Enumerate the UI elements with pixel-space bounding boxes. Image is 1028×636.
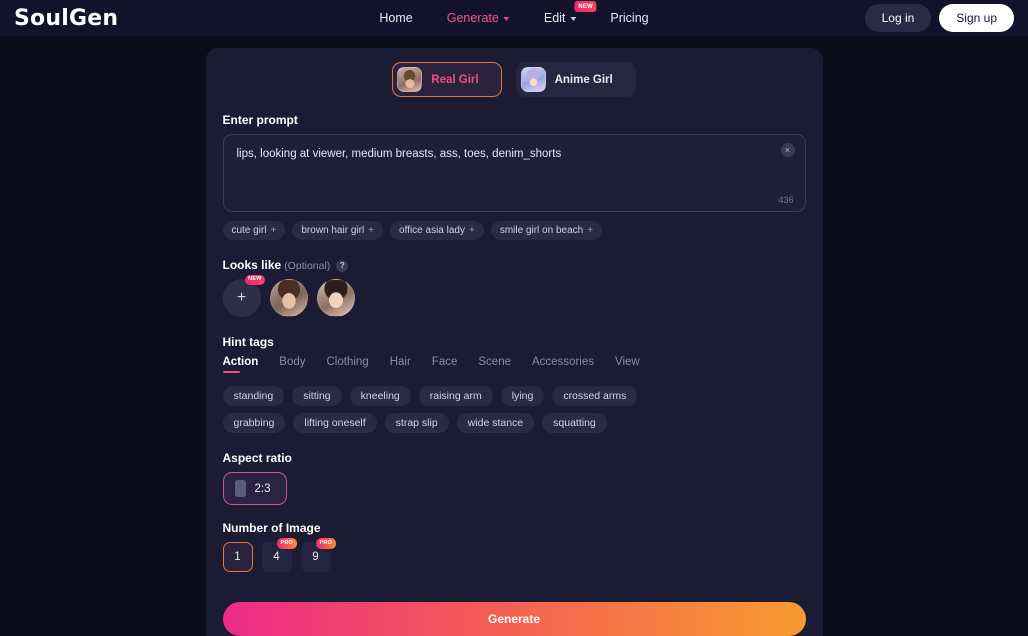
chevron-down-icon bbox=[503, 17, 510, 21]
nav-item-pricing-label: Pricing bbox=[610, 11, 649, 25]
generate-button[interactable]: Generate bbox=[222, 602, 806, 636]
hint-tags-heading: Hint tags bbox=[222, 335, 274, 349]
suggestion-chip[interactable]: smile girl on beach + bbox=[490, 221, 603, 240]
tab-view[interactable]: View bbox=[615, 356, 640, 373]
aspect-ratio-list: 2:3 bbox=[222, 472, 806, 505]
anime-girl-thumbnail-icon bbox=[520, 67, 546, 92]
hint-tag[interactable]: sitting bbox=[292, 386, 342, 406]
suggestion-chip-list: cute girl + brown hair girl + office asi… bbox=[222, 221, 806, 240]
plus-icon: + bbox=[587, 225, 594, 236]
tab-hair[interactable]: Hair bbox=[390, 356, 411, 373]
add-face-button[interactable]: + NEW bbox=[222, 275, 265, 317]
pro-badge: PRO bbox=[276, 538, 297, 549]
face-option-2[interactable] bbox=[316, 279, 355, 317]
hint-tag[interactable]: standing bbox=[222, 386, 285, 406]
signup-button[interactable]: Sign up bbox=[939, 4, 1014, 32]
suggestion-chip-label: cute girl bbox=[231, 225, 267, 236]
number-option-4[interactable]: 4 PRO bbox=[261, 538, 297, 572]
hint-tag[interactable]: squatting bbox=[542, 413, 607, 433]
tab-anime-girl[interactable]: Anime Girl bbox=[515, 62, 636, 97]
hint-tag[interactable]: lifting oneself bbox=[293, 413, 377, 433]
number-option-label: 1 bbox=[234, 551, 241, 563]
tab-scene[interactable]: Scene bbox=[478, 356, 511, 373]
hint-tag[interactable]: crossed arms bbox=[552, 386, 638, 406]
number-option-9[interactable]: 9 PRO bbox=[300, 538, 336, 572]
looks-like-heading: Looks like (Optional)? bbox=[223, 258, 806, 272]
hint-tag[interactable]: lying bbox=[500, 386, 545, 406]
help-icon[interactable]: ? bbox=[336, 259, 349, 272]
tab-accessories[interactable]: Accessories bbox=[532, 356, 594, 373]
nav-item-edit-label: Edit bbox=[543, 11, 566, 25]
hint-tags-tablist: Action Body Clothing Hair Face Scene Acc… bbox=[222, 356, 806, 373]
aspect-ratio-heading: Aspect ratio bbox=[222, 451, 292, 465]
hint-tag[interactable]: raising arm bbox=[418, 386, 493, 406]
looks-like-optional: (Optional) bbox=[284, 260, 331, 272]
hint-tag[interactable]: grabbing bbox=[222, 413, 286, 433]
plus-icon: + bbox=[468, 225, 475, 236]
number-option-1[interactable]: 1 bbox=[222, 542, 253, 572]
nav-actions: Log in Sign up bbox=[864, 4, 1014, 32]
new-badge: NEW bbox=[574, 1, 597, 12]
tab-anime-girl-label: Anime Girl bbox=[554, 73, 613, 86]
number-of-image-heading: Number of Image bbox=[222, 521, 321, 535]
new-badge: NEW bbox=[245, 275, 265, 285]
looks-like-list: + NEW bbox=[222, 275, 806, 317]
suggestion-chip[interactable]: office asia lady + bbox=[390, 221, 484, 240]
aspect-ratio-label: 2:3 bbox=[254, 482, 271, 495]
suggestion-chip[interactable]: cute girl + bbox=[222, 221, 286, 240]
plus-icon: + bbox=[270, 225, 277, 236]
tab-real-girl-label: Real Girl bbox=[431, 73, 479, 86]
nav-item-home-label: Home bbox=[379, 11, 413, 25]
model-type-tabs: Real Girl Anime Girl bbox=[223, 62, 806, 97]
number-of-image-list: 1 4 PRO 9 PRO bbox=[222, 538, 806, 572]
tab-real-girl[interactable]: Real Girl bbox=[392, 62, 502, 97]
brand-logo[interactable]: SoulGen bbox=[14, 6, 118, 31]
prompt-value: lips, looking at viewer, medium breasts,… bbox=[236, 148, 562, 160]
number-option-label: 4 bbox=[273, 551, 280, 563]
tab-body[interactable]: Body bbox=[279, 356, 305, 373]
top-navbar: SoulGen Home Generate Edit NEW Pricing L… bbox=[0, 0, 1028, 36]
login-button[interactable]: Log in bbox=[864, 4, 932, 32]
aspect-ratio-option-2-3[interactable]: 2:3 bbox=[222, 472, 287, 505]
suggestion-chip[interactable]: brown hair girl + bbox=[292, 221, 384, 240]
generator-panel: Real Girl Anime Girl Enter prompt lips, … bbox=[205, 48, 823, 636]
tab-action[interactable]: Action bbox=[222, 356, 258, 373]
number-option-label: 9 bbox=[312, 551, 319, 563]
tab-clothing[interactable]: Clothing bbox=[327, 356, 369, 373]
prompt-heading: Enter prompt bbox=[222, 113, 298, 127]
suggestion-chip-label: office asia lady bbox=[399, 225, 465, 236]
chevron-down-icon bbox=[570, 17, 577, 21]
prompt-char-count: 436 bbox=[778, 195, 794, 205]
hint-tag[interactable]: strap slip bbox=[384, 413, 449, 433]
nav-item-generate-label: Generate bbox=[446, 11, 499, 25]
plus-icon: + bbox=[368, 225, 375, 236]
looks-like-label: Looks like bbox=[222, 258, 282, 272]
nav-item-pricing[interactable]: Pricing bbox=[610, 11, 648, 25]
real-girl-thumbnail-icon bbox=[397, 67, 423, 92]
nav-item-home[interactable]: Home bbox=[379, 11, 412, 25]
hint-tag[interactable]: wide stance bbox=[456, 413, 535, 433]
prompt-input[interactable]: lips, looking at viewer, medium breasts,… bbox=[222, 134, 806, 212]
suggestion-chip-label: brown hair girl bbox=[301, 225, 365, 236]
hint-tag[interactable]: kneeling bbox=[349, 386, 411, 406]
suggestion-chip-label: smile girl on beach bbox=[499, 225, 584, 236]
primary-nav: Home Generate Edit NEW Pricing bbox=[379, 1, 649, 25]
pro-badge: PRO bbox=[315, 538, 336, 549]
face-option-1[interactable] bbox=[269, 279, 308, 317]
main-content: Real Girl Anime Girl Enter prompt lips, … bbox=[0, 36, 1028, 636]
plus-icon: + bbox=[236, 289, 247, 306]
tab-face[interactable]: Face bbox=[432, 356, 458, 373]
nav-item-generate[interactable]: Generate bbox=[447, 11, 510, 25]
nav-item-edit[interactable]: Edit NEW bbox=[543, 1, 597, 25]
close-icon[interactable]: × bbox=[780, 143, 795, 157]
portrait-rectangle-icon bbox=[234, 480, 246, 497]
hint-tag-list: standing sitting kneeling raising arm ly… bbox=[222, 386, 643, 433]
